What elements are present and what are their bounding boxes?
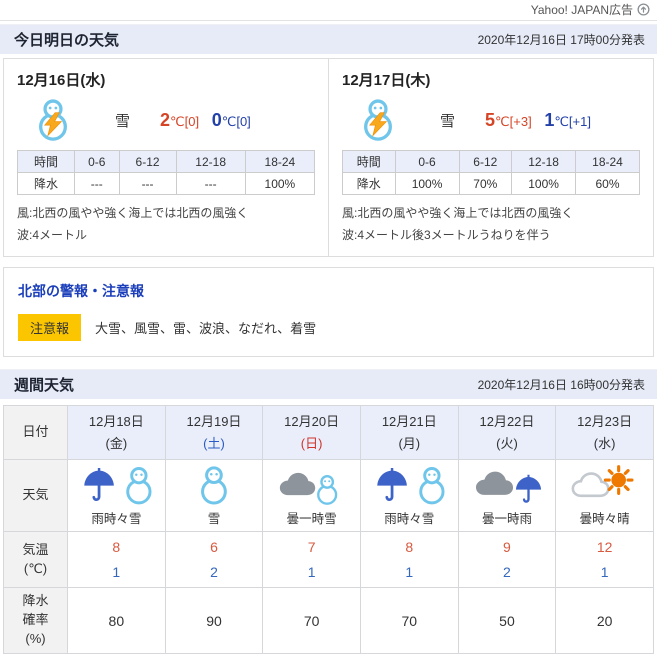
day-temps: 12 1 [555, 531, 654, 589]
day-weather: 雪 [164, 459, 264, 533]
advisory-items: 大雪、風雪、雷、波浪、なだれ、着雪 [95, 321, 317, 337]
table-header-row: 時間 0-6 6-12 12-18 18-24 [17, 150, 316, 173]
high-temp: 5 [485, 109, 496, 130]
table-row: 降水 --- --- --- 100% [17, 172, 316, 195]
warnings-box: 北部の警報・注意報 注意報 大雪、風雪、雷、波浪、なだれ、着雪 [3, 267, 654, 358]
snow-thunder-icon [29, 97, 75, 143]
ad-info-icon[interactable] [637, 2, 650, 16]
ad-bar: Yahoo! JAPAN広告 [0, 0, 657, 21]
weekly-date-row: 日付 12月18日 (金) 12月19日 (土) 12月20日 (日) 12月21日(… [3, 405, 654, 461]
warnings-link[interactable]: 北部の警報・注意報 [18, 281, 639, 301]
day-weather: 雨時々雪 [67, 459, 166, 533]
table-header-row: 時間 0-6 6-12 12-18 18-24 [342, 150, 640, 173]
row-label-precip: 降水 確率 (%) [3, 587, 68, 654]
wind-note: 風:北西の風やや強く海上では北西の風強く [342, 206, 574, 220]
wave-note: 波:4メートル [17, 228, 88, 243]
wave-note: 波:4メートル後3メートルうねりを伴う [342, 228, 551, 243]
row-label-temp: 気温 (℃) [3, 531, 68, 589]
high-temp: 2 [160, 109, 171, 130]
wind-wave-notes: 風:北西の風やや強く海上では北西の風強く 波:4メートル後3メートルうねりを伴う [342, 202, 640, 246]
condition-label: 雪 [115, 112, 131, 130]
table-row: 降水 100% 70% 100% 60% [342, 172, 640, 195]
temperature-readout: 5℃[+3] 1℃[+1] [485, 109, 591, 130]
day-weather: 曇時々晴 [555, 459, 654, 533]
weekly-precip-row: 降水 確率 (%) 80 90 70 70 50 20 [3, 587, 654, 654]
rain-snow-icon [361, 463, 458, 507]
day-precip: 90 [164, 587, 264, 654]
weekly-section-header: 週間天気 2020年12月16日 16時00分発表 [0, 369, 657, 400]
weekly-forecast-table: 日付 12月18日 (金) 12月19日 (土) 12月20日 (日) 12月21日(… [3, 405, 654, 654]
day-weather: 曇一時雪 [262, 459, 361, 533]
low-temp: 1 [544, 109, 555, 130]
low-temp: 0 [211, 109, 222, 130]
day-header: 12月19日 (土) [164, 405, 264, 461]
today-tomorrow-cards: 12月16日(水) 雪 2℃[0] 0℃[0] 時間 0-6 6-12 12-18 18… [3, 58, 654, 258]
card-date: 12月16日(水) [17, 72, 106, 89]
cloud-rain-icon [459, 463, 556, 507]
today-section-header: 今日明日の天気 2020年12月16日 17時00分発表 [0, 24, 657, 54]
card-date: 12月17日(木) [342, 72, 431, 89]
ad-label[interactable]: Yahoo! JAPAN広告 [531, 1, 633, 18]
day-precip: 70 [262, 587, 361, 654]
day-temps: 62 [164, 531, 264, 589]
snow-icon [166, 463, 263, 507]
rain-snow-icon [68, 463, 165, 507]
forecast-card-today: 12月16日(水) 雪 2℃[0] 0℃[0] 時間 0-6 6-12 12-18 18… [4, 59, 328, 256]
day-header: 12月18日 (金) [67, 405, 166, 461]
weekly-published-time: 2020年12月16日 16時00分発表 [477, 378, 645, 393]
snow-thunder-icon [354, 97, 400, 143]
day-header: 12月21日 (月) [359, 405, 459, 461]
day-header: 12月20日 (日) [262, 405, 361, 461]
weekly-section-title: 週間天気 [14, 377, 75, 395]
row-label-date: 日付 [3, 405, 68, 461]
wind-wave-notes: 風:北西の風やや強く海上では北西の風強く 波:4メートル [17, 202, 315, 246]
day-temps: 71 [262, 531, 361, 589]
day-header: 12月22日 (火) [457, 405, 557, 461]
cloud-snow-icon [263, 463, 360, 507]
day-weather: 曇一時雨 [457, 459, 557, 533]
condition-label: 雪 [440, 112, 456, 130]
row-label-weather: 天気 [3, 459, 68, 533]
day-temps: 81 [67, 531, 166, 589]
today-section-title: 今日明日の天気 [14, 32, 120, 49]
cloud-sun-icon [556, 463, 653, 507]
weekly-temp-row: 気温 (℃) 81 62 71 81 92 12 1 [3, 531, 654, 589]
temperature-readout: 2℃[0] 0℃[0] [160, 109, 251, 130]
advisory-badge: 注意報 [18, 314, 82, 342]
wind-note: 風:北西の風やや強く海上では北西の風強く [17, 206, 249, 220]
day-precip: 20 [555, 587, 654, 654]
day-temps: 81 [359, 531, 459, 589]
day-precip: 80 [67, 587, 166, 654]
day-weather: 雨時々雪 [359, 459, 459, 533]
weekly-weather-row: 天気 雨時々雪 雪 曇一時雪 雨時々雪 曇一時雨 曇時々晴 [3, 459, 654, 533]
precip-probability-table: 時間 0-6 6-12 12-18 18-24 降水 100% 70% 100% 60% [342, 150, 640, 195]
forecast-card-tomorrow: 12月17日(木) 雪 5℃[+3] 1℃[+1] 時間 0-6 6-12 12-18… [328, 59, 653, 257]
day-temps: 92 [457, 531, 557, 589]
today-published-time: 2020年12月16日 17時00分発表 [477, 33, 645, 47]
day-header: 12月23日 (水) [555, 405, 654, 461]
precip-probability-table: 時間 0-6 6-12 12-18 18-24 降水 --- --- --- 100% [17, 150, 316, 195]
day-precip: 70 [359, 587, 459, 654]
day-precip: 50 [457, 587, 557, 654]
